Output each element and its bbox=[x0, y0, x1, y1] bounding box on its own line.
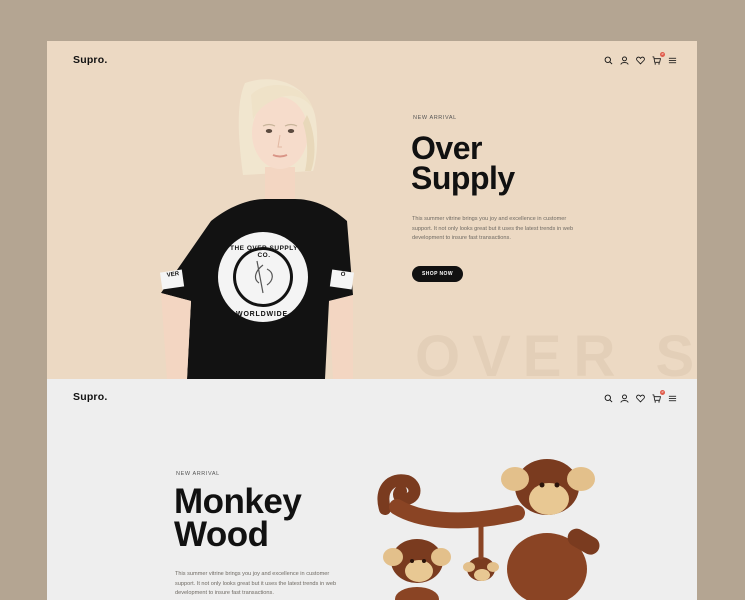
heart-icon[interactable] bbox=[636, 56, 645, 65]
hero-description: This summer vitrine brings you joy and e… bbox=[175, 571, 337, 596]
search-icon[interactable] bbox=[604, 56, 613, 65]
hero-title: Monkey Wood bbox=[174, 482, 302, 555]
cart-icon[interactable]: 0 bbox=[652, 52, 665, 65]
header-icons: 0 bbox=[604, 52, 677, 65]
wooden-monkey-image bbox=[377, 459, 600, 600]
menu-icon[interactable] bbox=[668, 394, 677, 403]
eyebrow-label: NEW ARRIVAL bbox=[413, 115, 457, 121]
shop-now-button[interactable]: SHOP NOW bbox=[412, 266, 463, 282]
background-watermark: OVER S bbox=[415, 324, 697, 379]
hero-title: Over Supply bbox=[411, 130, 515, 197]
logo[interactable]: Supro. bbox=[73, 54, 107, 66]
hero-over-supply: Supro. 0 OVER S THE OVER SUPPLY CO. WORL… bbox=[47, 41, 697, 379]
hero-description: This summer vitrine brings you joy and e… bbox=[412, 216, 574, 241]
shirt-print-top: THE OVER SUPPLY CO. bbox=[230, 245, 298, 259]
hero-title-line-2: Supply bbox=[411, 160, 515, 197]
hero-title-line-1: Over bbox=[411, 130, 482, 166]
user-icon[interactable] bbox=[620, 394, 629, 403]
logo[interactable]: Supro. bbox=[73, 391, 107, 403]
search-icon[interactable] bbox=[604, 394, 613, 403]
hero-title-line-2: Wood bbox=[174, 515, 269, 555]
cart-icon[interactable]: 0 bbox=[652, 390, 665, 403]
user-icon[interactable] bbox=[620, 56, 629, 65]
hero-monkey-wood: Supro. 0 NEW ARRIVAL Monkey Wood This su… bbox=[47, 379, 697, 600]
cart-count-badge: 0 bbox=[660, 390, 665, 395]
cart-count-badge: 0 bbox=[660, 52, 665, 57]
menu-icon[interactable] bbox=[668, 56, 677, 65]
header-icons: 0 bbox=[604, 390, 677, 403]
hero-title-line-1: Monkey bbox=[174, 482, 302, 521]
heart-icon[interactable] bbox=[636, 394, 645, 403]
eyebrow-label: NEW ARRIVAL bbox=[176, 471, 220, 477]
shirt-print-bottom: WORLDWIDE bbox=[236, 311, 288, 318]
model-image bbox=[159, 79, 355, 379]
